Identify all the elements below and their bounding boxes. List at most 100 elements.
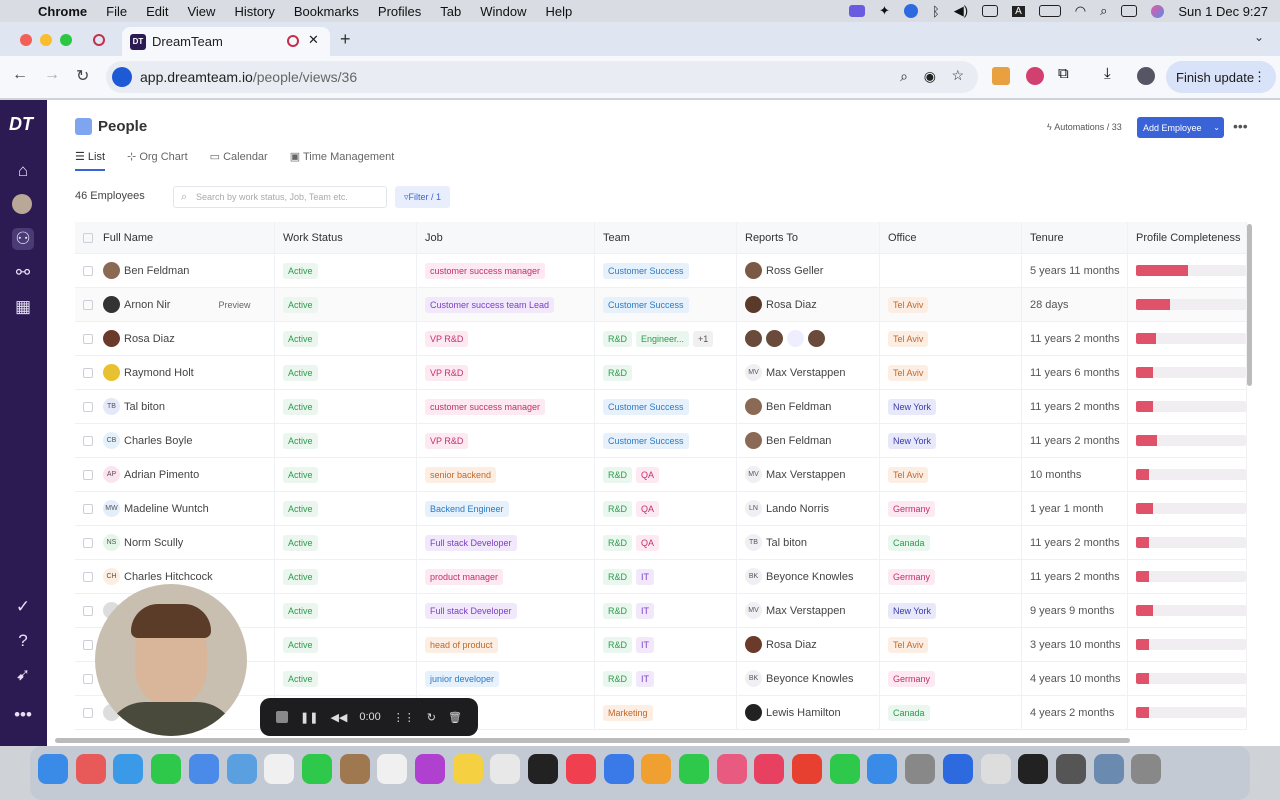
col-work-status[interactable]: Work Status — [275, 222, 417, 253]
dock-app-icon[interactable] — [415, 754, 445, 784]
employee-name[interactable]: Madeline Wuntch — [124, 503, 209, 515]
record-icon[interactable] — [287, 35, 299, 47]
table-row[interactable]: AP Adrian Pimento Active senior backend R&D Q… — [75, 458, 1247, 492]
site-info-icon[interactable] — [112, 67, 132, 87]
apps-grid-icon[interactable]: ▦ — [12, 296, 34, 318]
dock-app-icon[interactable] — [1018, 754, 1049, 784]
employee-name[interactable]: Charles Hitchcock — [124, 571, 213, 583]
table-row[interactable]: Arnon Nir Preview Active Customer success t… — [75, 288, 1247, 322]
dock-app-icon[interactable] — [678, 754, 709, 784]
preview-link[interactable]: Preview — [218, 300, 250, 310]
row-checkbox[interactable] — [83, 571, 93, 582]
row-checkbox[interactable] — [83, 503, 93, 514]
row-checkbox[interactable] — [83, 469, 93, 480]
siri-icon[interactable] — [1151, 4, 1165, 18]
dock-app-icon[interactable] — [528, 754, 559, 784]
more-options-icon[interactable]: ••• — [1233, 118, 1248, 134]
horizontal-scrollbar[interactable] — [55, 738, 1130, 743]
zoom-window-button[interactable] — [60, 34, 72, 46]
bookmark-star-icon[interactable]: ☆ — [951, 67, 964, 84]
employee-name[interactable]: Tal biton — [124, 401, 165, 413]
dock-app-icon[interactable] — [490, 754, 521, 784]
app-logo[interactable]: DT — [9, 114, 33, 135]
table-row[interactable]: CH Charles Hitchcock Active product manager… — [75, 560, 1247, 594]
tab-dreamteam[interactable]: DT DreamTeam ✕ — [122, 27, 330, 56]
table-row[interactable]: TB Tal biton Active customer success manage… — [75, 390, 1247, 424]
menu-file[interactable]: File — [106, 4, 127, 19]
row-checkbox[interactable] — [83, 333, 93, 344]
tab-org-chart[interactable]: ⊹ Org Chart — [127, 150, 188, 171]
menu-edit[interactable]: Edit — [146, 4, 168, 19]
extension-icon-2[interactable] — [1026, 67, 1044, 85]
dock-app-icon[interactable] — [226, 754, 257, 784]
add-employee-button[interactable]: Add Employee ⌄ — [1137, 117, 1224, 138]
tab-calendar[interactable]: ▭ Calendar — [210, 150, 268, 171]
dock-app-icon[interactable] — [716, 754, 747, 784]
col-office[interactable]: Office — [880, 222, 1022, 253]
dock-app-icon[interactable] — [603, 754, 634, 784]
row-checkbox[interactable] — [83, 299, 93, 310]
battery-icon[interactable] — [1038, 5, 1061, 17]
employee-name[interactable]: Ben Feldman — [124, 265, 189, 277]
trash-icon[interactable]: 🗑 — [448, 711, 462, 724]
search-input[interactable]: ⌕ Search by work status, Job, Team etc. — [173, 186, 387, 208]
table-row[interactable]: CB Charles Boyle Active VP R&D Customer Succ… — [75, 424, 1247, 458]
col-profile-completeness[interactable]: Profile Completeness — [1128, 222, 1247, 253]
pause-icon[interactable]: ❚❚ — [300, 711, 318, 724]
stop-icon[interactable] — [276, 711, 288, 723]
text-input-icon[interactable]: A — [1012, 5, 1025, 17]
dock-app-icon[interactable] — [1055, 754, 1086, 784]
table-row[interactable]: Active Full stack Developer R&D IT MV Max Ver… — [75, 594, 1247, 628]
menu-bookmarks[interactable]: Bookmarks — [294, 4, 359, 19]
back-icon[interactable]: ← — [12, 66, 28, 84]
dock-app-icon[interactable] — [113, 754, 144, 784]
row-checkbox[interactable] — [83, 605, 93, 616]
screen-record-icon[interactable] — [849, 5, 866, 17]
restart-icon[interactable]: ↻ — [427, 711, 436, 724]
record-tab-icon[interactable] — [93, 34, 105, 46]
table-row[interactable]: NS Norm Scully Active Full stack Developer R… — [75, 526, 1247, 560]
employee-name[interactable]: Charles Boyle — [124, 435, 192, 447]
dock-app-icon[interactable] — [980, 754, 1011, 784]
dock-app-icon[interactable] — [867, 754, 898, 784]
row-checkbox[interactable] — [83, 673, 93, 684]
dock-app-icon[interactable] — [1093, 754, 1124, 784]
bluetooth-icon[interactable]: ᛒ — [932, 4, 940, 19]
profile-avatar[interactable] — [1137, 67, 1155, 85]
workflow-icon[interactable]: ⚯ — [12, 262, 34, 284]
vertical-scrollbar[interactable] — [1247, 224, 1252, 386]
row-checkbox[interactable] — [83, 265, 93, 276]
col-job[interactable]: Job — [417, 222, 595, 253]
dock-app-icon[interactable] — [754, 754, 785, 784]
menu-history[interactable]: History — [234, 4, 274, 19]
table-row[interactable]: Rosa Diaz Active VP R&D R&D Engineer... +1 Tel… — [75, 322, 1247, 356]
check-circle-icon[interactable]: ✓ — [12, 596, 34, 618]
select-all-checkbox[interactable] — [83, 232, 93, 243]
dock-app-icon[interactable] — [188, 754, 219, 784]
eye-icon[interactable]: ◉ — [924, 68, 936, 85]
home-icon[interactable]: ⌂ — [12, 160, 34, 182]
automations-link[interactable]: ϟ Automations / 33 — [1047, 122, 1122, 132]
menu-chrome[interactable]: Chrome — [38, 4, 87, 19]
dock-app-icon[interactable] — [942, 754, 973, 784]
dock-app-icon[interactable] — [75, 754, 106, 784]
wifi-icon[interactable]: ◠ — [1075, 3, 1086, 19]
rocket-icon[interactable]: ➹ — [12, 664, 34, 686]
zoom-icon[interactable] — [903, 4, 918, 18]
dock-app-icon[interactable] — [339, 754, 370, 784]
user-avatar[interactable] — [12, 194, 32, 214]
dock-app-icon[interactable] — [452, 754, 483, 784]
tab-time-management[interactable]: ▣ Time Management — [290, 150, 395, 171]
finish-update-button[interactable]: Finish update ⋮ — [1166, 61, 1276, 93]
kebab-menu-icon[interactable]: ⋮ — [1253, 69, 1266, 85]
reload-icon[interactable]: ↻ — [76, 66, 89, 86]
table-row[interactable]: Active junior developer R&D IT BK Beyonce Kno… — [75, 662, 1247, 696]
row-checkbox[interactable] — [83, 537, 93, 548]
employee-name[interactable]: Adrian Pimento — [124, 469, 199, 481]
employee-name[interactable]: Norm Scully — [124, 537, 183, 549]
dock-app-icon[interactable] — [565, 754, 596, 784]
people-icon[interactable]: ⚇ — [12, 228, 34, 250]
drag-handle-icon[interactable]: ⋮⋮ — [393, 711, 415, 724]
col-full-name[interactable]: Full Name — [75, 222, 275, 253]
butterfly-icon[interactable]: ✦ — [879, 3, 890, 19]
